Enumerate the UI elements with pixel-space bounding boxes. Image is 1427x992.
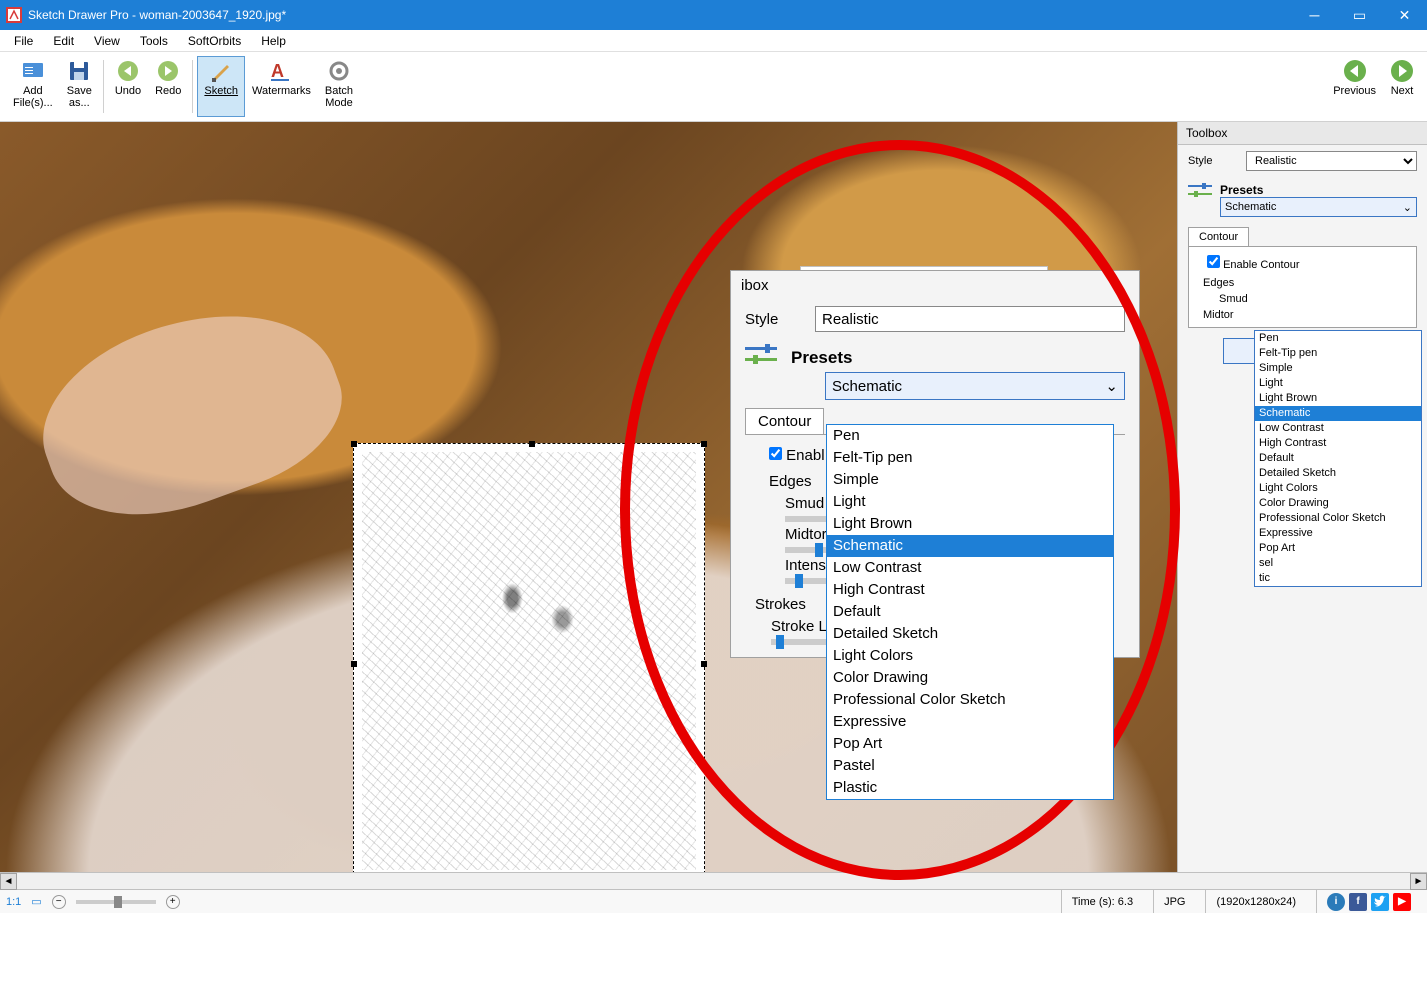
window-title: Sketch Drawer Pro - woman-2003647_1920.j…: [28, 8, 286, 22]
sketch-button[interactable]: Sketch: [197, 56, 245, 117]
menu-softorbits[interactable]: SoftOrbits: [178, 32, 251, 50]
scroll-right-button[interactable]: ►: [1410, 873, 1427, 890]
resize-handle[interactable]: [701, 661, 707, 667]
previous-icon: [1343, 59, 1367, 83]
next-icon: [1390, 59, 1414, 83]
menu-tools[interactable]: Tools: [130, 32, 178, 50]
main-area: Toolbox Style Realistic Presets Schemati…: [0, 122, 1427, 872]
resize-handle[interactable]: [351, 661, 357, 667]
preset-option[interactable]: tic: [1255, 571, 1421, 586]
bird-sketch-icon: [897, 287, 1037, 377]
edges-label: Edges: [1189, 275, 1416, 291]
app-icon: [6, 7, 22, 23]
info-icon[interactable]: i: [1327, 893, 1345, 911]
ribbon-toolbar: Add File(s)... Save as... Undo Redo Sket…: [0, 52, 1427, 122]
menu-help[interactable]: Help: [251, 32, 296, 50]
gear-icon: [327, 59, 351, 83]
preset-option[interactable]: Expressive: [1255, 526, 1421, 541]
watermarks-button[interactable]: A Watermarks: [245, 56, 318, 117]
menu-view[interactable]: View: [84, 32, 130, 50]
statusbar: 1:1 ▭ − + Time (s): 6.3 JPG (1920x1280x2…: [0, 889, 1427, 913]
preset-option[interactable]: Professional Color Sketch: [1255, 511, 1421, 526]
save-icon: [67, 59, 91, 83]
menu-file[interactable]: File: [4, 32, 43, 50]
scroll-left-button[interactable]: ◄: [0, 873, 17, 890]
svg-text:A: A: [271, 61, 284, 81]
preset-option[interactable]: sel: [1255, 556, 1421, 571]
titlebar: Sketch Drawer Pro - woman-2003647_1920.j…: [0, 0, 1427, 30]
toolbox-panel: Toolbox Style Realistic Presets Schemati…: [1177, 122, 1427, 872]
status-dimensions: (1920x1280x24): [1205, 890, 1306, 913]
preset-option[interactable]: Detailed Sketch: [1255, 466, 1421, 481]
zoom-in-button[interactable]: +: [166, 895, 180, 909]
next-button[interactable]: Next: [1383, 56, 1421, 117]
preset-option[interactable]: Pen: [1255, 331, 1421, 346]
style-label: Style: [1188, 155, 1238, 167]
save-as-button[interactable]: Save as...: [60, 56, 99, 117]
chevron-down-icon: ⌄: [1403, 201, 1412, 214]
preset-option[interactable]: Color Drawing: [1255, 496, 1421, 511]
sketch-icon: [209, 59, 233, 83]
preset-option[interactable]: Default: [1255, 451, 1421, 466]
preset-option[interactable]: Felt-Tip pen: [1255, 346, 1421, 361]
preset-option[interactable]: Light Colors: [1255, 481, 1421, 496]
smudging-label: Smud: [1189, 291, 1416, 307]
resize-handle[interactable]: [529, 441, 535, 447]
presets-dropdown[interactable]: PenFelt-Tip penSimpleLightLight BrownSch…: [1254, 330, 1422, 587]
horizontal-scrollbar[interactable]: ◄ ►: [0, 872, 1427, 889]
preset-option[interactable]: Light Brown: [1255, 391, 1421, 406]
preset-option[interactable]: High Contrast: [1255, 436, 1421, 451]
sketch-selection[interactable]: [353, 443, 705, 872]
status-time: Time (s): 6.3: [1061, 890, 1143, 913]
facebook-icon[interactable]: f: [1349, 893, 1367, 911]
redo-button[interactable]: Redo: [148, 56, 188, 117]
preset-option[interactable]: Light: [1255, 376, 1421, 391]
undo-button[interactable]: Undo: [108, 56, 148, 117]
zoom-ratio: 1:1: [6, 896, 21, 908]
presets-combo[interactable]: Schematic ⌄: [1220, 197, 1417, 217]
enable-contour-checkbox[interactable]: Enable Contour: [1207, 259, 1300, 271]
menu-edit[interactable]: Edit: [43, 32, 84, 50]
preset-option[interactable]: Pop Art: [1255, 541, 1421, 556]
presets-heading: Presets: [1220, 183, 1417, 197]
midtones-label: Midtor: [1189, 307, 1416, 323]
add-files-icon: [21, 59, 45, 83]
minimize-button[interactable]: ─: [1292, 0, 1337, 30]
preset-option[interactable]: Simple: [1255, 361, 1421, 376]
zoom-out-button[interactable]: −: [52, 895, 66, 909]
status-format: JPG: [1153, 890, 1195, 913]
tab-contour[interactable]: Contour: [1188, 227, 1249, 246]
undo-icon: [116, 59, 140, 83]
preset-option[interactable]: Low Contrast: [1255, 421, 1421, 436]
close-button[interactable]: ✕: [1382, 0, 1427, 30]
toolbox-header: Toolbox: [1178, 122, 1427, 145]
twitter-icon[interactable]: [1371, 893, 1389, 911]
sketch-content: [362, 452, 696, 870]
canvas[interactable]: [0, 122, 1177, 872]
watermarks-icon: A: [269, 59, 293, 83]
resize-handle[interactable]: [701, 441, 707, 447]
youtube-icon[interactable]: ▶: [1393, 893, 1411, 911]
preset-option[interactable]: Schematic: [1255, 406, 1421, 421]
maximize-button[interactable]: ▭: [1337, 0, 1382, 30]
style-select[interactable]: Realistic: [1246, 151, 1417, 171]
redo-icon: [156, 59, 180, 83]
zoom-slider[interactable]: [76, 900, 156, 904]
preview-thumbnail: [800, 266, 1048, 396]
menubar: File Edit View Tools SoftOrbits Help: [0, 30, 1427, 52]
sliders-icon: [1188, 183, 1212, 199]
add-files-button[interactable]: Add File(s)...: [6, 56, 60, 117]
batch-mode-button[interactable]: Batch Mode: [318, 56, 360, 117]
previous-button[interactable]: Previous: [1326, 56, 1383, 117]
fit-screen-icon[interactable]: ▭: [31, 895, 41, 908]
